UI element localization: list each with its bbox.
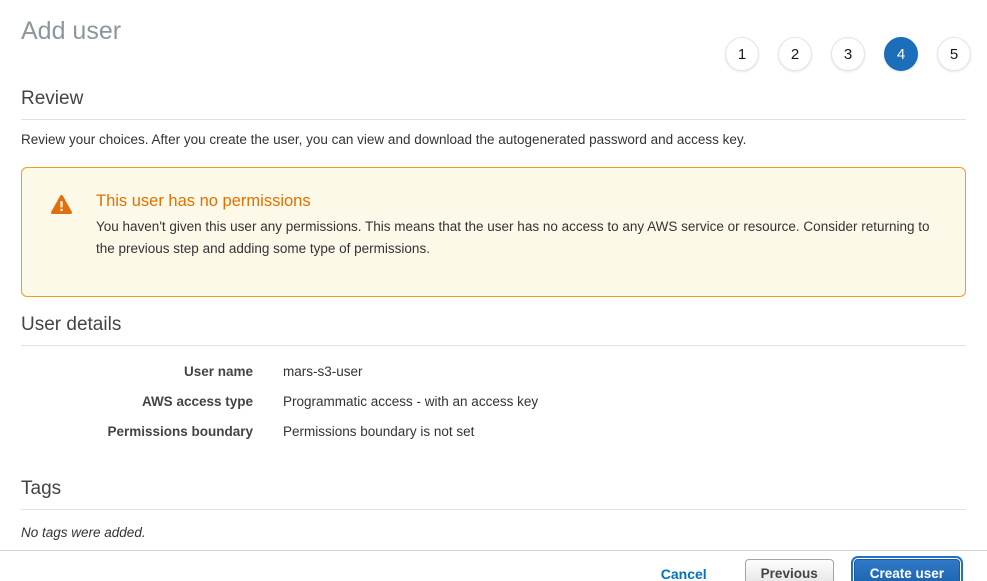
cancel-button[interactable]: Cancel	[661, 566, 707, 581]
tags-empty-message: No tags were added.	[21, 525, 966, 540]
user-details-table: User name mars-s3-user AWS access type P…	[21, 363, 966, 440]
table-row: Permissions boundary Permissions boundar…	[21, 423, 966, 440]
wizard-step-indicator: 1 2 3 4 5	[725, 37, 971, 71]
table-row: AWS access type Programmatic access - wi…	[21, 393, 966, 410]
step-indicator-3: 3	[831, 37, 865, 71]
permissions-boundary-label: Permissions boundary	[21, 423, 253, 440]
tags-section-heading: Tags	[21, 478, 966, 510]
review-section-heading: Review	[21, 88, 966, 120]
user-name-value: mars-s3-user	[283, 363, 363, 380]
access-type-value: Programmatic access - with an access key	[283, 393, 538, 410]
review-description: Review your choices. After you create th…	[21, 131, 966, 149]
create-user-button[interactable]: Create user	[854, 559, 960, 581]
warning-title: This user has no permissions	[96, 192, 937, 211]
step-indicator-4: 4	[884, 37, 918, 71]
warning-triangle-icon	[51, 195, 72, 219]
table-row: User name mars-s3-user	[21, 363, 966, 380]
step-indicator-5: 5	[937, 37, 971, 71]
wizard-footer: Cancel Previous Create user	[0, 550, 987, 581]
permissions-boundary-value: Permissions boundary is not set	[283, 423, 474, 440]
no-permissions-warning-box: This user has no permissions You haven't…	[21, 167, 966, 297]
warning-body: You haven't given this user any permissi…	[96, 216, 937, 260]
access-type-label: AWS access type	[21, 393, 253, 410]
previous-button[interactable]: Previous	[745, 559, 834, 581]
add-user-wizard-page: Add user 1 2 3 4 5 Review Review your ch…	[0, 16, 987, 581]
step-indicator-2: 2	[778, 37, 812, 71]
warning-text: This user has no permissions You haven't…	[96, 192, 937, 260]
user-name-label: User name	[21, 363, 253, 380]
step-indicator-1: 1	[725, 37, 759, 71]
user-details-section-heading: User details	[21, 314, 966, 346]
